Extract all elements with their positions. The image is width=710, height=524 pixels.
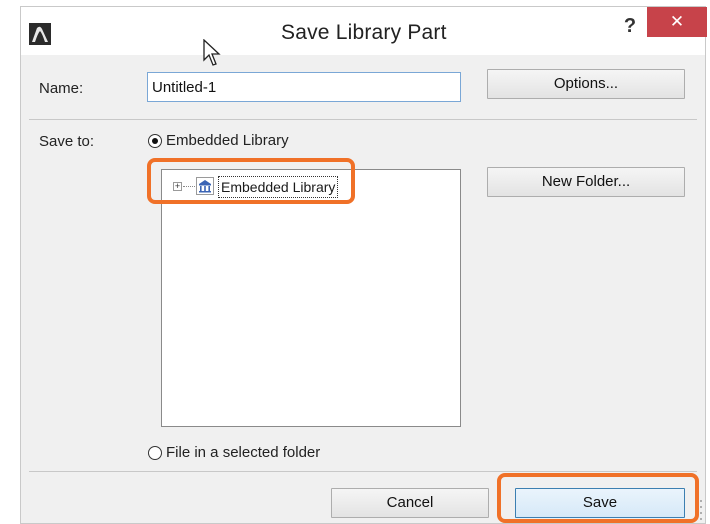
radio-selected-dot [152, 138, 158, 144]
highlight-save-button [497, 473, 699, 523]
file-in-folder-radio-label[interactable]: File in a selected folder [166, 444, 320, 461]
mouse-cursor-icon [203, 39, 221, 66]
name-label: Name: [39, 80, 84, 97]
embedded-library-radio[interactable] [148, 134, 162, 148]
help-button[interactable]: ? [619, 13, 641, 39]
highlight-tree-item [147, 158, 355, 204]
title-bar: Save Library Part ? ✕ [21, 7, 707, 55]
embedded-library-radio-label[interactable]: Embedded Library [166, 132, 289, 149]
library-tree-view[interactable]: + Embedded Library [161, 169, 461, 427]
close-button[interactable]: ✕ [647, 7, 707, 37]
options-button[interactable]: Options... [487, 69, 685, 99]
save-to-label: Save to: [39, 133, 95, 150]
cancel-button[interactable]: Cancel [331, 488, 489, 518]
archicad-app-icon [29, 23, 51, 45]
new-folder-button[interactable]: New Folder... [487, 167, 685, 197]
separator [29, 119, 697, 120]
separator [29, 471, 697, 472]
name-field[interactable] [147, 72, 461, 102]
save-library-part-dialog: Save Library Part ? ✕ Name: Options... S… [20, 6, 707, 524]
file-in-folder-radio[interactable] [148, 446, 162, 460]
dialog-title: Save Library Part [281, 21, 447, 44]
